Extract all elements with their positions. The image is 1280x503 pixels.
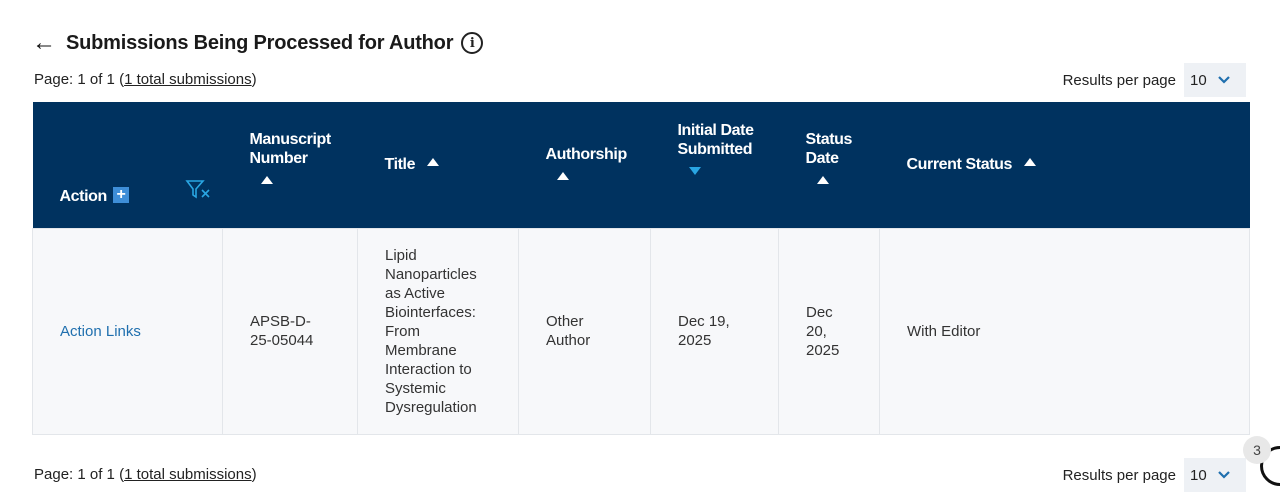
status-date-value: Dec 20, 2025 [806,303,840,359]
action-header-label: Action [59,187,108,205]
cell-authorship: Other Author [518,227,651,435]
page-header: ← Submissions Being Processed for Author… [32,28,484,58]
chevron-down-icon [1217,76,1230,84]
authorship-value: Other Author [546,313,591,349]
current-status-header-label: Current Status [906,156,1013,174]
cell-status-date: Dec 20, 2025 [778,227,880,435]
cell-action: Action Links [32,227,223,435]
submission-title: Lipid Nanoparticles as Active Biointerfa… [385,246,477,416]
results-per-page-select[interactable]: 10 [1184,63,1246,97]
total-submissions-link[interactable]: 1 total submissions [124,71,252,88]
manuscript-number: APSB-D-25-05044 [250,313,314,349]
sort-asc-icon[interactable] [556,171,569,180]
manuscript-header-label: Manuscript Number [249,131,332,167]
cell-initial-date: Dec 19, 2025 [650,227,779,435]
sort-asc-icon[interactable] [260,176,273,184]
table-header-row: Action + Manuscript Number Title Authors… [32,102,1250,228]
pager-suffix: ) [251,466,257,483]
column-header-action: Action + [33,102,223,228]
results-per-page-value: 10 [1190,466,1207,484]
sort-asc-icon[interactable] [816,176,829,184]
info-icon[interactable]: i [461,32,484,54]
clear-filter-icon[interactable] [184,178,211,202]
total-submissions-link[interactable]: 1 total submissions [124,466,252,483]
initial-date-header-label: Initial Date Submitted [677,122,755,158]
current-status-value: With Editor [907,322,981,340]
status-date-header-label: Status Date [805,131,853,167]
pager-top: Page: 1 of 1 (1 total submissions) [34,71,257,88]
results-per-page-select[interactable]: 10 [1184,458,1246,492]
pager-suffix: ) [251,71,257,88]
title-header-label: Title [384,156,416,174]
results-per-page-label: Results per page [1062,71,1176,89]
action-links-link[interactable]: Action Links [60,323,141,340]
results-per-page-label: Results per page [1062,466,1176,484]
results-per-page-value: 10 [1190,71,1207,89]
sort-asc-icon[interactable] [427,158,440,167]
page-title: Submissions Being Processed for Author [66,31,454,54]
expand-plus-icon[interactable]: + [112,186,129,203]
sort-desc-icon[interactable] [688,167,701,175]
pager-bottom: Page: 1 of 1 (1 total submissions) [34,466,257,483]
cell-current-status: With Editor [879,227,1250,435]
cell-title: Lipid Nanoparticles as Active Biointerfa… [357,227,519,435]
column-header-status-date[interactable]: Status Date [779,102,880,228]
chevron-down-icon [1217,471,1230,479]
table-row: Action Links APSB-D-25-05044 Lipid Nanop… [32,227,1250,435]
column-header-authorship[interactable]: Authorship [519,102,651,228]
cell-manuscript: APSB-D-25-05044 [222,227,358,435]
authorship-header-label: Authorship [545,145,628,163]
results-per-page-top: Results per page 10 [1063,63,1246,97]
initial-date-value: Dec 19, 2025 [678,313,730,349]
column-header-current-status[interactable]: Current Status [880,102,1250,228]
pager-prefix: Page: 1 of 1 ( [34,71,125,88]
pager-prefix: Page: 1 of 1 ( [34,466,125,483]
sort-asc-icon[interactable] [1024,158,1037,167]
submissions-table: Action + Manuscript Number Title Authors… [32,102,1250,435]
results-per-page-bottom: Results per page 10 [1063,458,1246,492]
notification-badge[interactable]: 3 [1243,436,1271,464]
column-header-title[interactable]: Title [358,102,519,228]
back-arrow-icon[interactable]: ← [32,31,56,55]
column-header-manuscript[interactable]: Manuscript Number [223,102,358,228]
column-header-initial-date[interactable]: Initial Date Submitted [651,102,779,228]
